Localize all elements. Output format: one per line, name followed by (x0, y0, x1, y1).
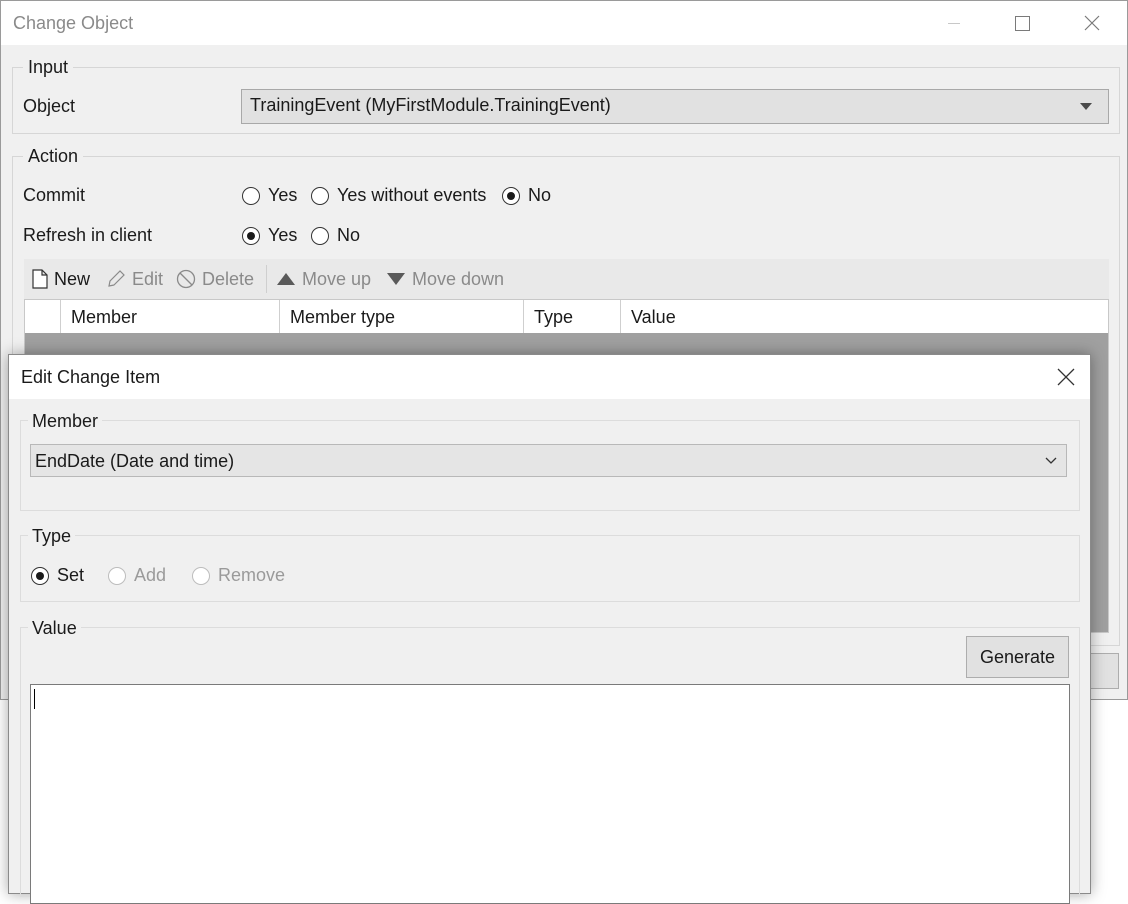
member-select-value: EndDate (Date and time) (35, 451, 235, 471)
object-select[interactable]: TrainingEvent (MyFirstModule.TrainingEve… (241, 89, 1109, 124)
toolbar-separator (266, 265, 267, 293)
member-select[interactable]: EndDate (Date and time) (30, 444, 1067, 477)
grid-header-value[interactable]: Value (621, 300, 1110, 333)
move-down-button[interactable]: Move down (386, 259, 504, 299)
refresh-yes-radio[interactable]: Yes (242, 225, 297, 246)
refresh-no-radio[interactable]: No (311, 225, 360, 246)
maximize-icon (1014, 15, 1030, 31)
new-label: New (54, 268, 91, 289)
radio-circle-selected (242, 226, 260, 245)
commit-no-radio[interactable]: No (502, 185, 551, 206)
refresh-no-label: No (337, 225, 361, 245)
radio-circle (242, 186, 260, 205)
minimize-icon (948, 22, 960, 24)
radio-circle-selected (31, 566, 49, 585)
close-icon (1084, 15, 1100, 31)
object-label: Object (23, 96, 76, 116)
radio-circle (192, 566, 210, 585)
radio-circle (311, 226, 329, 245)
triangle-up-icon (277, 273, 295, 285)
chevron-down-icon (1045, 457, 1057, 464)
close-icon (1057, 368, 1075, 386)
type-add-radio[interactable]: Add (108, 565, 166, 586)
dropdown-arrow-icon (1080, 103, 1092, 110)
edit-label: Edit (132, 268, 164, 289)
commit-no-label: No (528, 185, 552, 205)
new-button[interactable]: New (32, 259, 90, 299)
maximize-button[interactable] (987, 1, 1057, 45)
triangle-down-icon (387, 273, 405, 285)
change-items-toolbar: New Edit Delete Move up Move down (24, 259, 1109, 299)
delete-button[interactable]: Delete (176, 259, 254, 299)
dialog-titlebar: Edit Change Item (9, 355, 1090, 399)
commit-yes-without-events-label: Yes without events (337, 185, 487, 205)
grid-header-member[interactable]: Member (61, 300, 280, 333)
type-set-radio[interactable]: Set (31, 565, 84, 586)
refresh-yes-label: Yes (268, 225, 298, 245)
value-group-label: Value (28, 618, 81, 639)
edit-button[interactable]: Edit (106, 259, 163, 299)
dialog-title: Edit Change Item (21, 367, 161, 387)
edit-change-item-dialog: Edit Change Item Member EndDate (Date an… (8, 354, 1091, 904)
grid-header-selector (25, 300, 61, 333)
move-up-label: Move up (302, 268, 372, 289)
window-title: Change Object (13, 13, 134, 33)
new-document-icon (32, 269, 48, 289)
member-group-label: Member (28, 411, 103, 432)
type-group (20, 535, 1080, 602)
type-remove-label: Remove (218, 565, 286, 585)
move-down-label: Move down (412, 268, 505, 289)
radio-circle (311, 186, 329, 205)
grid-header-member-type[interactable]: Member type (280, 300, 524, 333)
pencil-icon (108, 270, 125, 287)
type-group-label: Type (28, 526, 76, 547)
commit-yes-without-events-radio[interactable]: Yes without events (311, 185, 486, 206)
type-add-label: Add (134, 565, 167, 585)
commit-label: Commit (23, 185, 85, 205)
value-expression-editor[interactable] (30, 684, 1070, 904)
move-up-button[interactable]: Move up (276, 259, 371, 299)
commit-yes-label: Yes (268, 185, 298, 205)
radio-circle (108, 566, 126, 585)
generate-button[interactable]: Generate (966, 636, 1069, 678)
ok-button-partial[interactable] (1089, 653, 1119, 689)
grid-header: Member Member type Type Value (25, 300, 1108, 333)
radio-circle-selected (502, 186, 520, 205)
grid-header-type[interactable]: Type (524, 300, 621, 333)
minimize-button[interactable] (919, 1, 989, 45)
delete-label: Delete (202, 268, 255, 289)
type-remove-radio[interactable]: Remove (192, 565, 285, 586)
object-select-value: TrainingEvent (MyFirstModule.TrainingEve… (250, 95, 611, 115)
type-set-label: Set (57, 565, 85, 585)
commit-yes-radio[interactable]: Yes (242, 185, 297, 206)
input-group-label: Input (23, 57, 74, 78)
text-caret (34, 689, 35, 709)
action-group-label: Action (23, 146, 84, 167)
dialog-close-button[interactable] (1041, 355, 1091, 399)
close-button[interactable] (1057, 1, 1127, 45)
window-titlebar: Change Object (1, 1, 1127, 45)
refresh-in-client-label: Refresh in client (23, 225, 153, 245)
prohibited-icon (176, 269, 196, 289)
